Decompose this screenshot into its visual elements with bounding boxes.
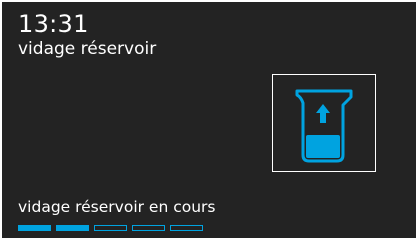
- pitcher-water-level: [306, 135, 340, 158]
- arrow-up-icon: [316, 104, 330, 123]
- clock-time: 13:31: [18, 10, 89, 38]
- progress-segment-1: [18, 225, 51, 231]
- status-message: vidage réservoir en cours: [18, 198, 216, 216]
- progress-segment-5: [170, 225, 203, 231]
- screen-title: vidage réservoir: [18, 39, 157, 59]
- progress-segment-4: [132, 225, 165, 231]
- progress-segment-3: [94, 225, 127, 231]
- pitcher-emptying-icon: [295, 89, 353, 163]
- device-screen: 13:31 vidage réservoir vidage réservoir …: [0, 0, 418, 240]
- tank-icon-frame: [272, 74, 376, 172]
- progress-segment-2: [56, 225, 89, 231]
